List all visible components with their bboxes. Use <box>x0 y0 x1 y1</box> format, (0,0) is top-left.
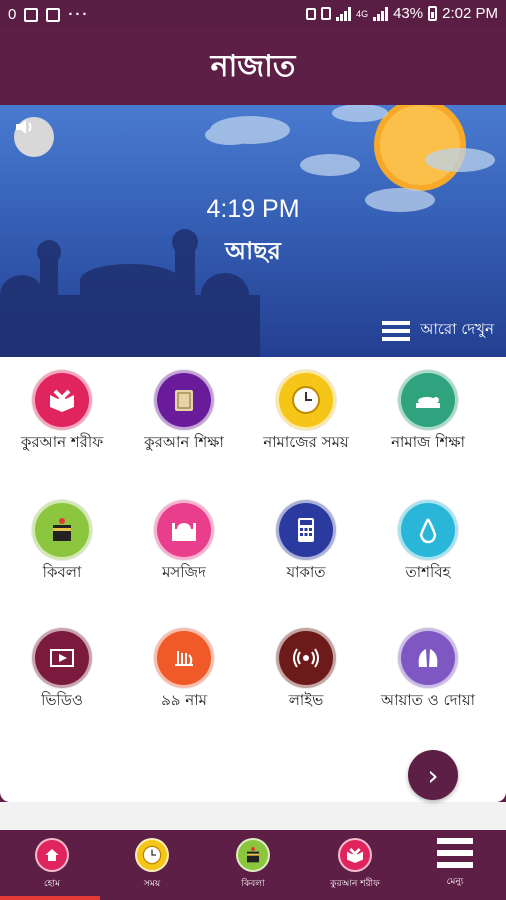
feature-label: কুরআন শরীফ <box>20 433 104 451</box>
clock-time: 2:02 PM <box>442 5 498 22</box>
nav-label: কিবলা <box>241 879 265 889</box>
home-icon <box>35 838 69 872</box>
quran-open-icon <box>32 370 92 430</box>
nav-label: সময় <box>143 879 161 889</box>
signal-icon-2 <box>373 6 389 21</box>
nav-label: হোম <box>44 879 60 889</box>
prayer-icon <box>398 370 458 430</box>
nav-item[interactable]: হোম <box>7 838 97 891</box>
status-bar: 0 ··· 4G 43% 2:02 PM <box>0 0 506 30</box>
nav-item[interactable]: কিবলা <box>208 838 298 891</box>
tasbih-icon <box>398 500 458 560</box>
feature-grid: কুরআন শরীফ কুরআন শিক্ষা নামাজের সময় নামাজ … <box>0 357 506 802</box>
current-prayer-time: 4:19 PM <box>206 195 300 223</box>
speaker-icon <box>16 120 32 134</box>
feature-label: তাশবিহ <box>405 563 451 581</box>
dua-hands-icon <box>398 628 458 688</box>
nav-label: কুরআন শরীফ <box>330 879 380 889</box>
active-indicator <box>0 896 100 900</box>
feature-item[interactable]: ৯৯ নাম <box>124 628 244 710</box>
gallery-icon <box>24 7 39 22</box>
quran-book-icon <box>154 370 214 430</box>
content-gap <box>0 802 506 830</box>
feature-item[interactable]: মসজিদ <box>124 500 244 582</box>
feature-item[interactable]: নামাজ শিক্ষা <box>368 370 488 452</box>
kaaba-icon <box>236 838 270 872</box>
app-header: নাজাত <box>0 30 506 105</box>
app-notification-icon <box>46 7 61 22</box>
status-left: 0 ··· <box>8 6 89 23</box>
nav-item[interactable]: মেন্যু <box>410 838 500 889</box>
app-title: নাজাত <box>210 49 296 84</box>
feature-label: ৯৯ নাম <box>161 691 207 709</box>
mosque-icon <box>154 500 214 560</box>
current-prayer-name: আছর <box>225 237 281 265</box>
see-more-button[interactable]: আরো দেখুন <box>382 318 494 343</box>
feature-label: মসজিদ <box>162 563 206 581</box>
lock-icon <box>306 7 317 20</box>
feature-item[interactable]: কুরআন শিক্ষা <box>124 370 244 452</box>
status-right: 4G 43% 2:02 PM <box>306 5 498 22</box>
nav-item[interactable]: কুরআন শরীফ <box>310 838 400 891</box>
nav-item[interactable]: সময় <box>107 838 197 891</box>
bottom-navigation: হোম সময় কিবলা কুরআন শরীফ মেন্যু <box>0 830 506 900</box>
feature-label: আয়াত ও দোয়া <box>380 691 475 709</box>
feature-item[interactable]: যাকাত <box>246 500 366 582</box>
feature-label: যাকাত <box>286 563 326 581</box>
feature-label: লাইভ <box>288 691 324 709</box>
battery-icon <box>428 6 438 21</box>
feature-item[interactable]: নামাজের সময় <box>246 370 366 452</box>
list-icon <box>382 320 411 341</box>
feature-label: ভিডিও <box>41 691 83 709</box>
quran-open-icon <box>338 838 372 872</box>
feature-item[interactable]: লাইভ <box>246 628 366 710</box>
live-icon <box>276 628 336 688</box>
feature-label: কিবলা <box>42 563 82 581</box>
allah-icon <box>154 628 214 688</box>
clock-icon <box>276 370 336 430</box>
more-notifications-icon: ··· <box>68 6 90 23</box>
notification-count: 0 <box>8 6 17 23</box>
see-more-label: আরো দেখুন <box>420 320 494 338</box>
kaaba-icon <box>32 500 92 560</box>
network-type: 4G <box>356 8 369 19</box>
feature-label: নামাজ শিক্ষা <box>391 433 465 451</box>
signal-icon <box>336 6 352 21</box>
prayer-banner: 4:19 PM আছর আরো দেখুন <box>0 105 506 357</box>
calculator-icon <box>276 500 336 560</box>
feature-item[interactable]: তাশবিহ <box>368 500 488 582</box>
chevron-right-icon: › <box>427 758 439 792</box>
nav-label: মেন্যু <box>446 877 464 887</box>
sim-icon <box>321 7 332 20</box>
feature-label: নামাজের সময় <box>263 433 349 451</box>
feature-label: কুরআন শিক্ষা <box>144 433 224 451</box>
feature-item[interactable]: আয়াত ও দোয়া <box>368 628 488 710</box>
clock-icon <box>135 838 169 872</box>
feature-item[interactable]: ভিডিও <box>2 628 122 710</box>
feature-item[interactable]: কুরআন শরীফ <box>2 370 122 452</box>
battery-percent: 43% <box>393 5 424 22</box>
speaker-button[interactable] <box>14 117 54 157</box>
video-icon <box>32 628 92 688</box>
next-page-button[interactable]: › <box>408 750 458 800</box>
feature-item[interactable]: কিবলা <box>2 500 122 582</box>
menu-icon <box>437 838 473 868</box>
